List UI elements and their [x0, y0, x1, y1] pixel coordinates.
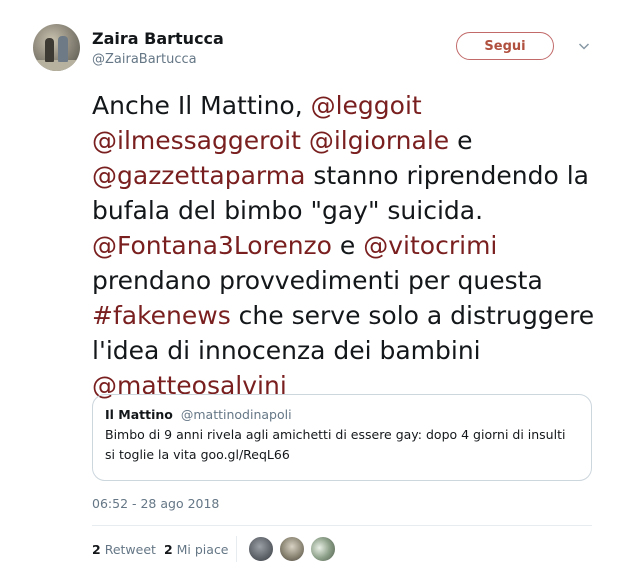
- liker-avatars: [248, 536, 341, 562]
- hashtag-link[interactable]: #fakenews: [92, 301, 231, 330]
- divider: [92, 525, 592, 526]
- mention-link[interactable]: @gazzettaparma: [92, 161, 305, 190]
- tweet-text: Anche Il Mattino, @leggoit @ilmessaggero…: [92, 88, 612, 403]
- mention-link[interactable]: @ilgiornale: [309, 126, 449, 155]
- liker-avatar[interactable]: [279, 536, 305, 562]
- tweet-text-segment: prendano provvedimenti per questa: [92, 266, 543, 295]
- tweet-text-segment: Anche Il Mattino,: [92, 91, 311, 120]
- quoted-author-handle: @mattinodinapoli: [180, 407, 292, 422]
- mention-link[interactable]: @vitocrimi: [363, 231, 497, 260]
- stats-separator: [236, 536, 237, 562]
- retweet-label: Retweet: [104, 542, 156, 557]
- quoted-tweet[interactable]: Il Mattino @mattinodinapoli Bimbo di 9 a…: [92, 394, 592, 481]
- author-avatar[interactable]: [33, 24, 80, 71]
- liker-avatar[interactable]: [310, 536, 336, 562]
- author-handle[interactable]: @ZairaBartucca: [92, 52, 197, 67]
- like-label: Mi piace: [176, 542, 229, 557]
- mention-link[interactable]: @leggoit: [311, 91, 422, 120]
- author-name[interactable]: Zaira Bartucca: [92, 29, 224, 48]
- quoted-tweet-text: Bimbo di 9 anni rivela agli amichetti di…: [105, 427, 566, 462]
- tweet-text-segment: e: [331, 231, 364, 260]
- chevron-down-icon[interactable]: [578, 40, 590, 52]
- avatar-photo-figure: [45, 38, 54, 62]
- tweet-stats: 2 Retweet 2 Mi piace: [92, 542, 237, 557]
- retweet-count: 2: [92, 542, 101, 557]
- avatar-photo-figure: [58, 36, 68, 62]
- like-stat[interactable]: 2 Mi piace: [164, 542, 229, 557]
- avatar-photo-ground: [33, 60, 80, 71]
- retweet-stat[interactable]: 2 Retweet: [92, 542, 156, 557]
- follow-button[interactable]: Segui: [456, 32, 554, 60]
- liker-avatar[interactable]: [248, 536, 274, 562]
- quoted-author-name: Il Mattino: [105, 407, 173, 422]
- mention-link[interactable]: @Fontana3Lorenzo: [92, 231, 332, 260]
- tweet-timestamp[interactable]: 06:52 - 28 ago 2018: [92, 496, 219, 511]
- like-count: 2: [163, 542, 173, 557]
- mention-link[interactable]: @ilmessaggeroit: [92, 126, 301, 155]
- tweet-text-segment: e: [449, 126, 473, 155]
- tweet-text-segment: [301, 126, 309, 155]
